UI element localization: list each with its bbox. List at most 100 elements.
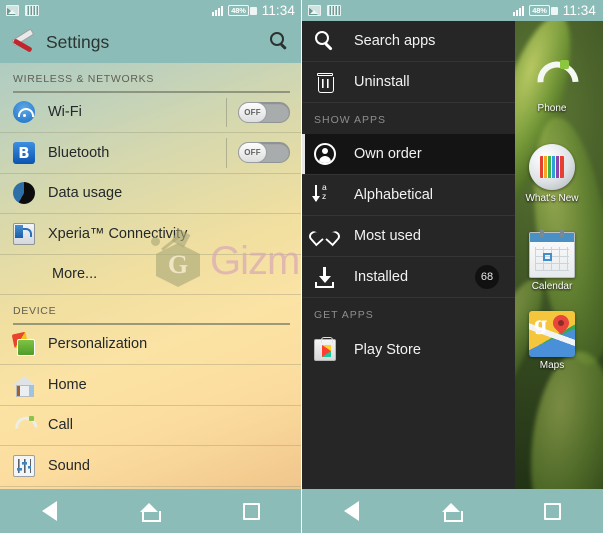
settings-row-label: More... bbox=[52, 266, 98, 283]
status-clock: 11:34 bbox=[261, 3, 295, 18]
personalization-icon bbox=[13, 333, 35, 357]
menu-item-installed[interactable]: Installed 68 bbox=[302, 257, 515, 298]
battery-indicator: 48% bbox=[228, 5, 257, 16]
settings-row-data-usage[interactable]: Data usage bbox=[0, 174, 302, 214]
search-icon[interactable] bbox=[270, 32, 290, 52]
app-shortcut-calendar[interactable]: Calendar bbox=[514, 229, 590, 292]
section-header-wireless: WIRELESS & NETWORKS bbox=[13, 73, 155, 85]
menu-item-label: Installed bbox=[354, 269, 409, 285]
toggle-knob-label: OFF bbox=[238, 142, 267, 164]
status-bar-right: 48% 11:34 bbox=[302, 0, 603, 21]
menu-item-label: Most used bbox=[354, 228, 421, 244]
settings-row-label: Personalization bbox=[48, 336, 148, 353]
battery-percent: 48% bbox=[228, 5, 249, 16]
settings-row-xperia-connectivity[interactable]: Xperia™ Connectivity bbox=[0, 214, 302, 255]
search-icon bbox=[314, 30, 336, 52]
right-phone-screen: 48% 11:34 Phone What's New Calendar g Ma… bbox=[302, 0, 603, 533]
settings-row-wifi[interactable]: Wi-Fi OFF bbox=[0, 93, 302, 133]
xperia-connectivity-icon bbox=[13, 222, 35, 245]
alphabetical-icon: az bbox=[311, 183, 336, 206]
left-phone-screen: 48% 11:34 Settings WIRELESS & NETWORKS W… bbox=[0, 0, 302, 533]
settings-row-label: Xperia™ Connectivity bbox=[48, 225, 188, 242]
app-label: Maps bbox=[539, 360, 565, 371]
menu-item-search-apps[interactable]: Search apps bbox=[302, 21, 515, 62]
screen-divider bbox=[301, 0, 302, 533]
settings-row-sound[interactable]: Sound bbox=[0, 446, 302, 487]
recents-icon[interactable] bbox=[544, 502, 562, 520]
call-icon bbox=[13, 414, 35, 436]
home-icon[interactable] bbox=[441, 502, 463, 522]
settings-row-label: Home bbox=[48, 376, 87, 393]
settings-row-bluetooth[interactable]: Bluetooth OFF bbox=[0, 133, 302, 174]
bluetooth-toggle[interactable]: OFF bbox=[238, 142, 290, 164]
settings-row-call[interactable]: Call bbox=[0, 406, 302, 446]
app-shortcut-maps[interactable]: g Maps bbox=[514, 311, 590, 371]
menu-item-most-used[interactable]: Most used bbox=[302, 216, 515, 257]
menu-item-play-store[interactable]: Play Store bbox=[302, 329, 515, 370]
person-icon bbox=[314, 143, 336, 165]
screenshot-icon bbox=[327, 5, 341, 16]
trash-icon bbox=[314, 71, 336, 93]
row-divider bbox=[226, 138, 227, 168]
nav-bar-right bbox=[302, 489, 603, 533]
status-bar-left: 48% 11:34 bbox=[0, 0, 302, 21]
menu-item-own-order[interactable]: Own order bbox=[302, 134, 515, 175]
battery-indicator: 48% bbox=[529, 5, 558, 16]
toggle-knob-label: OFF bbox=[238, 101, 267, 123]
settings-row-personalization[interactable]: Personalization bbox=[0, 325, 302, 365]
menu-section-get-apps: GET APPS bbox=[314, 309, 374, 321]
image-icon bbox=[308, 5, 321, 16]
screenshot-icon bbox=[25, 5, 39, 16]
wifi-icon bbox=[13, 101, 35, 124]
menu-section-show-apps: SHOW APPS bbox=[314, 114, 387, 126]
battery-charging-icon bbox=[550, 6, 558, 15]
settings-row-label: Sound bbox=[48, 457, 90, 474]
phone-icon bbox=[529, 54, 575, 100]
wifi-toggle[interactable]: OFF bbox=[238, 101, 290, 123]
back-icon[interactable] bbox=[41, 501, 57, 521]
recents-icon[interactable] bbox=[243, 502, 261, 520]
settings-row-label: Call bbox=[48, 417, 73, 434]
settings-list: WIRELESS & NETWORKS Wi-Fi OFF Bluetooth … bbox=[0, 63, 302, 501]
app-label: What's New bbox=[525, 193, 579, 204]
status-icons-left bbox=[308, 5, 341, 16]
status-icons-right: 48% 11:34 bbox=[212, 3, 295, 18]
menu-item-alphabetical[interactable]: az Alphabetical bbox=[302, 175, 515, 216]
menu-item-label: Play Store bbox=[354, 341, 421, 358]
signal-icon bbox=[513, 5, 525, 16]
heart-icon bbox=[314, 225, 336, 247]
settings-row-home[interactable]: Home bbox=[0, 365, 302, 406]
app-label: Phone bbox=[537, 103, 567, 114]
menu-item-label: Search apps bbox=[354, 33, 436, 49]
app-shortcut-phone[interactable]: Phone bbox=[514, 54, 590, 114]
sound-icon bbox=[13, 454, 35, 477]
status-icons-right: 48% 11:34 bbox=[513, 3, 596, 18]
menu-item-label: Own order bbox=[354, 146, 422, 162]
battery-charging-icon bbox=[249, 6, 257, 15]
status-clock: 11:34 bbox=[562, 3, 596, 18]
settings-row-more[interactable]: More... bbox=[0, 255, 302, 295]
settings-screen: Settings WIRELESS & NETWORKS Wi-Fi OFF B… bbox=[0, 21, 302, 533]
installed-count-badge: 68 bbox=[475, 265, 499, 289]
data-usage-icon bbox=[13, 182, 35, 205]
back-icon[interactable] bbox=[343, 501, 359, 521]
home-icon[interactable] bbox=[140, 502, 162, 522]
row-divider bbox=[226, 97, 227, 127]
play-store-icon bbox=[314, 337, 336, 361]
settings-row-label: Wi-Fi bbox=[48, 104, 82, 121]
section-header-device: DEVICE bbox=[13, 305, 57, 317]
signal-icon bbox=[212, 5, 224, 16]
menu-item-label: Uninstall bbox=[354, 74, 410, 90]
menu-item-uninstall[interactable]: Uninstall bbox=[302, 62, 515, 103]
image-icon bbox=[6, 5, 19, 16]
settings-action-bar: Settings bbox=[0, 21, 302, 63]
maps-icon: g bbox=[529, 311, 575, 357]
page-title: Settings bbox=[46, 31, 110, 52]
app-shortcut-whats-new[interactable]: What's New bbox=[514, 144, 590, 204]
app-label: Calendar bbox=[531, 281, 573, 292]
nav-bar-left bbox=[0, 489, 302, 533]
download-icon bbox=[314, 266, 336, 288]
home-icon bbox=[13, 374, 35, 397]
whats-new-icon bbox=[529, 144, 575, 190]
menu-item-label: Alphabetical bbox=[354, 187, 433, 203]
